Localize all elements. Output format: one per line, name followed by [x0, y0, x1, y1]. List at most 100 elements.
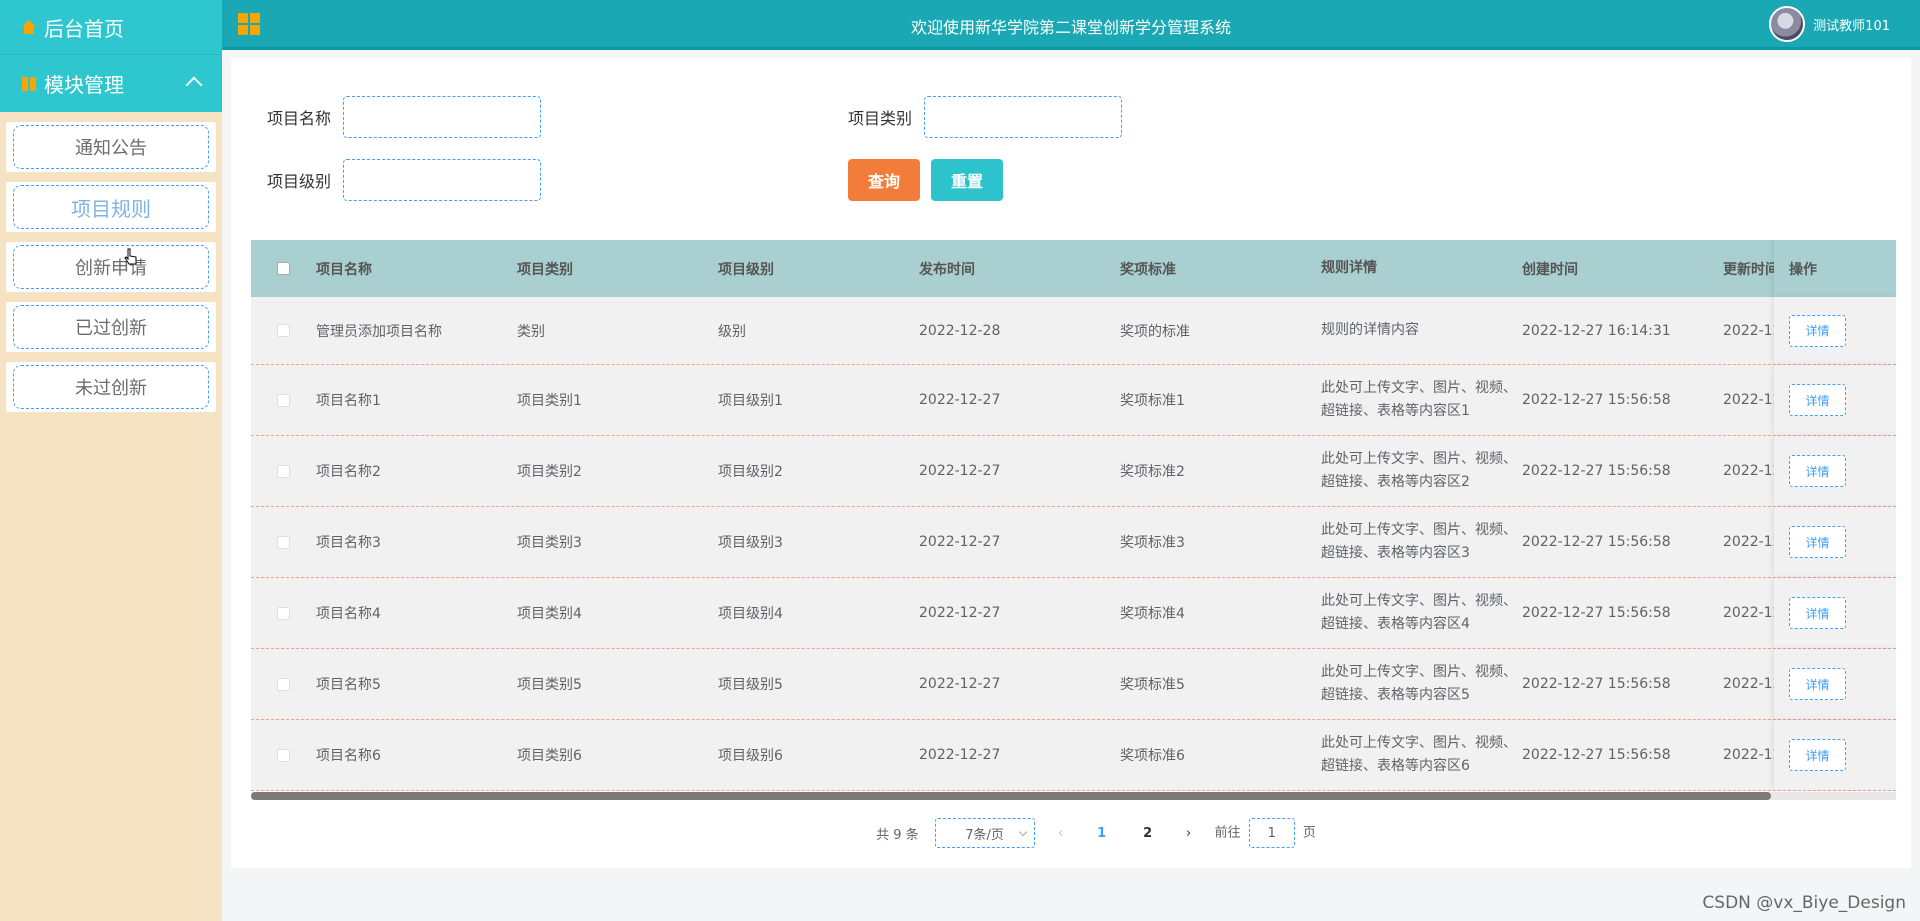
- level-input[interactable]: [343, 159, 542, 201]
- detail-button[interactable]: 详情: [1789, 597, 1846, 629]
- table-cell: 2022-12-27: [919, 392, 1001, 408]
- row-checkbox[interactable]: [277, 324, 290, 337]
- sidebar-item-apply[interactable]: 创新申请: [6, 242, 216, 292]
- reset-button[interactable]: 重置: [931, 159, 1003, 201]
- table-cell: 项目级别5: [718, 677, 783, 693]
- table-cell: 此处可上传文字、图片、视频、超链接、表格等内容区3: [1321, 522, 1517, 561]
- search-level-row: 项目级别: [267, 159, 542, 201]
- user-menu[interactable]: 测试教师101: [1769, 6, 1890, 42]
- table-cell: 项目名称6: [316, 748, 381, 764]
- actions-cell: 详情: [1774, 720, 1896, 790]
- row-select[interactable]: [251, 464, 316, 478]
- sidebar-group-label: 模块管理: [44, 73, 124, 97]
- sidebar-home[interactable]: 后台首页: [0, 0, 222, 54]
- table-cell: 项目类别2: [517, 464, 582, 480]
- name-input[interactable]: [343, 96, 542, 138]
- row-select[interactable]: [251, 748, 316, 762]
- page-2[interactable]: 2: [1133, 826, 1163, 841]
- table-cell: 项目类别6: [517, 748, 582, 764]
- sidebar-group-modules[interactable]: 模块管理: [0, 54, 222, 112]
- select-all-checkbox[interactable]: [277, 262, 290, 275]
- table-row: 项目名称2 项目类别2 项目级别2 2022-12-27 奖项标准2 此处可上传文字、图片…: [251, 436, 1896, 507]
- table-cell: 此处可上传文字、图片、视频、超链接、表格等内容区4: [1321, 593, 1517, 632]
- row-select[interactable]: [251, 324, 316, 337]
- row-checkbox[interactable]: [277, 464, 290, 478]
- header-cell: 奖项标准: [1120, 261, 1176, 278]
- actions-cell: 详情: [1774, 507, 1896, 577]
- home-icon: [22, 20, 36, 34]
- row-checkbox[interactable]: [277, 677, 290, 691]
- page-size-select[interactable]: 7条/页: [934, 818, 1035, 848]
- table-cell: 管理员添加项目名称: [316, 323, 442, 340]
- header-cell: 规则详情: [1321, 260, 1377, 276]
- detail-button[interactable]: 详情: [1789, 455, 1846, 487]
- table-row: 项目名称3 项目类别3 项目级别3 2022-12-27 奖项标准3 此处可上传文字、图片…: [251, 507, 1896, 578]
- table-header: 项目名称 项目类别 项目级别 发布时间 奖项标准 规则详情 创建时间 更新时间 …: [251, 240, 1896, 297]
- sidebar-item-label: 已过创新: [13, 305, 209, 349]
- select-all[interactable]: [251, 262, 316, 275]
- table-row: 管理员添加项目名称 类别 级别 2022-12-28 奖项的标准 规则的详情内容 2022-…: [251, 297, 1896, 365]
- hand-cursor-icon: [124, 248, 137, 265]
- sidebar-item-label: 通知公告: [13, 125, 209, 169]
- table-cell: 奖项标准4: [1120, 606, 1185, 622]
- table-cell: 项目名称4: [316, 606, 381, 622]
- header-cell: 发布时间: [919, 261, 975, 278]
- detail-button[interactable]: 详情: [1789, 384, 1846, 416]
- chevron-up-icon: [185, 76, 203, 94]
- row-checkbox[interactable]: [277, 748, 290, 762]
- row-select[interactable]: [251, 677, 316, 691]
- table-cell: 奖项的标准: [1120, 323, 1190, 340]
- detail-button[interactable]: 详情: [1789, 739, 1846, 771]
- table-row: 项目名称6 项目类别6 项目级别6 2022-12-27 奖项标准6 此处可上传文字、图片…: [251, 720, 1896, 791]
- table-row: 项目名称4 项目类别4 项目级别4 2022-12-27 奖项标准4 此处可上传文字、图片…: [251, 578, 1896, 649]
- table-cell: 项目类别1: [517, 393, 582, 409]
- table-cell: 2022-12-27: [919, 534, 1001, 550]
- row-checkbox[interactable]: [277, 535, 290, 549]
- row-select[interactable]: [251, 606, 316, 620]
- table-cell: 2022-12-28: [919, 322, 1001, 339]
- table-cell: 项目级别6: [718, 748, 783, 764]
- next-page-icon[interactable]: ›: [1179, 826, 1199, 841]
- table-cell: 项目名称1: [316, 393, 381, 409]
- table-cell: 2022-12-27 15:56:58: [1522, 676, 1671, 692]
- table-cell: 奖项标准6: [1120, 748, 1185, 764]
- table-cell: 类别: [517, 323, 545, 340]
- sidebar-item-passed[interactable]: 已过创新: [6, 302, 216, 352]
- row-checkbox[interactable]: [277, 606, 290, 620]
- prev-page-icon[interactable]: ‹: [1051, 826, 1071, 841]
- row-checkbox[interactable]: [277, 393, 290, 407]
- row-select[interactable]: [251, 393, 316, 407]
- detail-button[interactable]: 详情: [1789, 668, 1846, 700]
- goto-input[interactable]: 1: [1248, 818, 1295, 848]
- table-cell: 2022-12-27 15:56:58: [1522, 747, 1671, 763]
- query-button[interactable]: 查询: [848, 159, 920, 201]
- table-cell: 奖项标准2: [1120, 464, 1185, 480]
- page-1[interactable]: 1: [1087, 826, 1117, 841]
- horizontal-scrollbar[interactable]: [251, 792, 1896, 800]
- detail-button[interactable]: 详情: [1789, 526, 1846, 558]
- pagination: 共 9 条 7条/页 ‹ 1 2 › 前往 1 页: [281, 818, 1911, 848]
- table-body: 管理员添加项目名称 类别 级别 2022-12-28 奖项的标准 规则的详情内容 2022-…: [251, 297, 1896, 791]
- level-label: 项目级别: [267, 172, 332, 191]
- user-name: 测试教师101: [1813, 18, 1890, 34]
- table-cell: 项目名称3: [316, 535, 381, 551]
- sidebar-item-rules[interactable]: 项目规则: [6, 182, 216, 232]
- sidebar-item-label: 创新申请: [13, 245, 209, 289]
- table-cell: 此处可上传文字、图片、视频、超链接、表格等内容区5: [1321, 664, 1517, 703]
- actions-cell: 详情: [1774, 436, 1896, 506]
- table-cell: 项目名称5: [316, 677, 381, 693]
- table-cell: 规则的详情内容: [1321, 322, 1419, 338]
- table-cell: 2022-12-27: [919, 676, 1001, 692]
- table-cell: 2022-12-27: [919, 747, 1001, 763]
- sidebar-item-notice[interactable]: 通知公告: [6, 122, 216, 172]
- detail-button[interactable]: 详情: [1789, 314, 1846, 347]
- table-cell: 2022-12-27 15:56:58: [1522, 392, 1671, 408]
- sidebar-item-failed[interactable]: 未过创新: [6, 362, 216, 412]
- row-select[interactable]: [251, 535, 316, 549]
- scrollbar-thumb[interactable]: [251, 792, 1771, 800]
- category-input[interactable]: [924, 96, 1123, 138]
- table-cell: 此处可上传文字、图片、视频、超链接、表格等内容区2: [1321, 451, 1517, 490]
- table-cell: 项目类别4: [517, 606, 582, 622]
- actions-cell: 详情: [1774, 578, 1896, 648]
- table-cell: 2022-12-27 16:14:31: [1522, 322, 1671, 339]
